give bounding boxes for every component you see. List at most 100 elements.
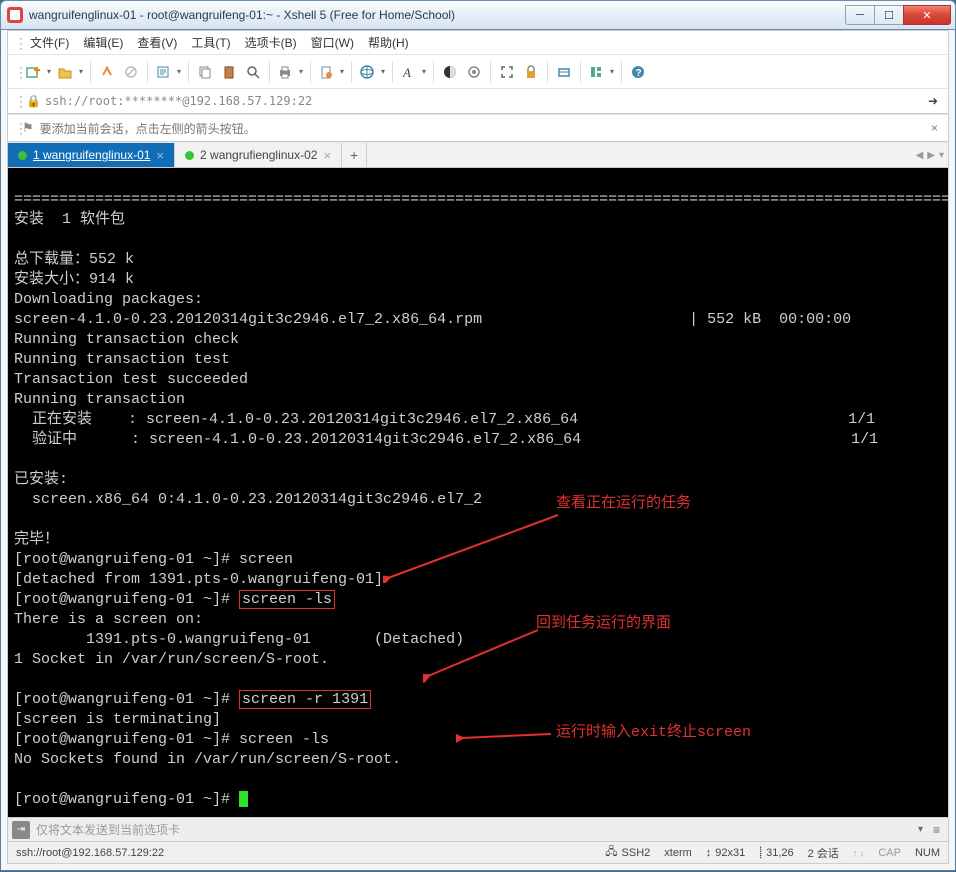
- status-sessions: 2 会话: [808, 845, 839, 861]
- status-protocol: 🖧 SSH2: [605, 843, 650, 862]
- window-titlebar: wangruifenglinux-01 - root@wangruifeng-0…: [0, 0, 956, 30]
- term-line: screen-4.1.0-0.23.20120314git3c2946.el7_…: [14, 311, 851, 328]
- separator: [621, 61, 622, 83]
- separator: [351, 61, 352, 83]
- tab-list-button[interactable]: ▾: [939, 150, 944, 161]
- log-button[interactable]: [315, 60, 347, 84]
- tab-close-button[interactable]: ×: [323, 148, 331, 163]
- svg-text:A: A: [402, 65, 411, 79]
- tip-close-button[interactable]: ×: [927, 121, 942, 135]
- print-button[interactable]: [274, 60, 306, 84]
- go-button[interactable]: ➜: [924, 94, 942, 108]
- arrow-icon: [383, 513, 563, 583]
- layout-button[interactable]: [585, 60, 617, 84]
- compose-input[interactable]: 仅将文本发送到当前选项卡: [36, 821, 912, 838]
- help-button[interactable]: ?: [626, 60, 650, 84]
- compose-target-dropdown[interactable]: ▾: [912, 824, 929, 835]
- menubar: ⋮ 文件(F) 编辑(E) 查看(V) 工具(T) 选项卡(B) 窗口(W) 帮…: [7, 30, 949, 54]
- separator: [269, 61, 270, 83]
- disconnect-button[interactable]: [119, 60, 143, 84]
- separator: [580, 61, 581, 83]
- term-line: screen.x86_64 0:4.1.0-0.23.20120314git3c…: [14, 491, 482, 508]
- term-line: [root@wangruifeng-01 ~]#: [14, 791, 248, 808]
- term-line: ========================================…: [14, 191, 949, 208]
- menu-help[interactable]: 帮助(H): [362, 32, 415, 53]
- properties-button[interactable]: [152, 60, 184, 84]
- color-scheme-button[interactable]: [438, 60, 462, 84]
- highlight-button[interactable]: [462, 60, 486, 84]
- term-line: 总下载量：552 k: [14, 251, 134, 268]
- menu-window[interactable]: 窗口(W): [305, 32, 360, 53]
- menu-file[interactable]: 文件(F): [24, 32, 75, 53]
- toolbar: ⋮ A ?: [7, 54, 949, 88]
- term-line: 完毕！: [14, 531, 59, 548]
- separator: [547, 61, 548, 83]
- annotation-text: 查看正在运行的任务: [556, 494, 691, 514]
- send-mode-icon[interactable]: ⇥: [12, 821, 30, 839]
- status-transfer-icon: ↑ ↓: [853, 848, 865, 858]
- menu-view[interactable]: 查看(V): [131, 32, 183, 53]
- separator: [392, 61, 393, 83]
- annotation-text: 运行时输入exit终止screen: [556, 723, 751, 743]
- term-line: No Sockets found in /var/run/screen/S-ro…: [14, 751, 401, 768]
- separator: [433, 61, 434, 83]
- term-line: 安装 1 软件包: [14, 211, 125, 228]
- cursor: [239, 791, 248, 807]
- window-minimize-button[interactable]: ─: [845, 5, 875, 25]
- term-line: Downloading packages:: [14, 291, 203, 308]
- menu-tools[interactable]: 工具(T): [185, 32, 236, 53]
- new-session-button[interactable]: [22, 60, 54, 84]
- arrow-icon: [456, 728, 556, 744]
- lock-button[interactable]: [519, 60, 543, 84]
- terminal[interactable]: ========================================…: [7, 168, 949, 818]
- status-size: ↕ 92x31: [706, 847, 745, 859]
- tab-session-2[interactable]: 2 wangrufienglinux-02 ×: [175, 143, 342, 167]
- paste-button[interactable]: [217, 60, 241, 84]
- tab-label: 1 wangruifenglinux-01: [33, 148, 150, 162]
- transfer-button[interactable]: [356, 60, 388, 84]
- term-line: 已安装:: [14, 471, 68, 488]
- find-button[interactable]: [241, 60, 265, 84]
- tab-close-button[interactable]: ×: [156, 148, 164, 163]
- app-icon: [7, 7, 23, 23]
- open-button[interactable]: [54, 60, 86, 84]
- compose-menu-button[interactable]: ≡: [929, 823, 944, 837]
- tip-bar: ⋮ ⚑ 要添加当前会话，点击左侧的箭头按钮。 ×: [7, 114, 949, 142]
- tip-text: 要添加当前会话，点击左侧的箭头按钮。: [40, 120, 256, 137]
- svg-text:?: ?: [636, 68, 642, 79]
- copy-button[interactable]: [193, 60, 217, 84]
- term-line: Running transaction test: [14, 351, 230, 368]
- term-line: Transaction test succeeded: [14, 371, 248, 388]
- fullscreen-button[interactable]: [495, 60, 519, 84]
- menu-tabs[interactable]: 选项卡(B): [239, 32, 303, 53]
- term-line: 1391.pts-0.wangruifeng-01 (Detached): [14, 631, 464, 648]
- highlighted-command: screen -r 1391: [239, 690, 371, 709]
- term-line: 1 Socket in /var/run/screen/S-root.: [14, 651, 329, 668]
- address-bar: ⋮ 🔒 ssh://root:********@192.168.57.129:2…: [7, 88, 949, 114]
- reconnect-button[interactable]: [95, 60, 119, 84]
- window-maximize-button[interactable]: ☐: [874, 5, 904, 25]
- term-line: 正在安装 : screen-4.1.0-0.23.20120314git3c29…: [14, 411, 875, 428]
- tab-add-button[interactable]: +: [342, 143, 367, 167]
- bookmark-icon[interactable]: ⚑: [22, 120, 34, 136]
- term-line: There is a screen on:: [14, 611, 203, 628]
- tunneling-button[interactable]: [552, 60, 576, 84]
- tab-bar: 1 wangruifenglinux-01 × 2 wangrufienglin…: [7, 142, 949, 168]
- window-close-button[interactable]: ✕: [903, 5, 951, 25]
- term-line: [root@wangruifeng-01 ~]# screen -ls: [14, 731, 329, 748]
- font-button[interactable]: A: [397, 60, 429, 84]
- compose-bar: ⇥ 仅将文本发送到当前选项卡 ▾ ≡: [7, 818, 949, 842]
- separator: [188, 61, 189, 83]
- term-line: 安装大小：914 k: [14, 271, 134, 288]
- tab-next-button[interactable]: ▶: [927, 150, 935, 161]
- lock-icon: 🔒: [26, 94, 41, 108]
- term-line: Running transaction check: [14, 331, 239, 348]
- status-dot-icon: [18, 151, 27, 160]
- status-numlock: NUM: [915, 847, 940, 859]
- menu-edit[interactable]: 编辑(E): [77, 32, 129, 53]
- tab-session-1[interactable]: 1 wangruifenglinux-01 ×: [8, 143, 175, 167]
- grip-icon: ⋮: [14, 67, 20, 77]
- address-input[interactable]: ssh://root:********@192.168.57.129:22: [45, 94, 924, 108]
- tab-prev-button[interactable]: ◀: [916, 150, 924, 161]
- status-connection: ssh://root@192.168.57.129:22: [16, 847, 591, 859]
